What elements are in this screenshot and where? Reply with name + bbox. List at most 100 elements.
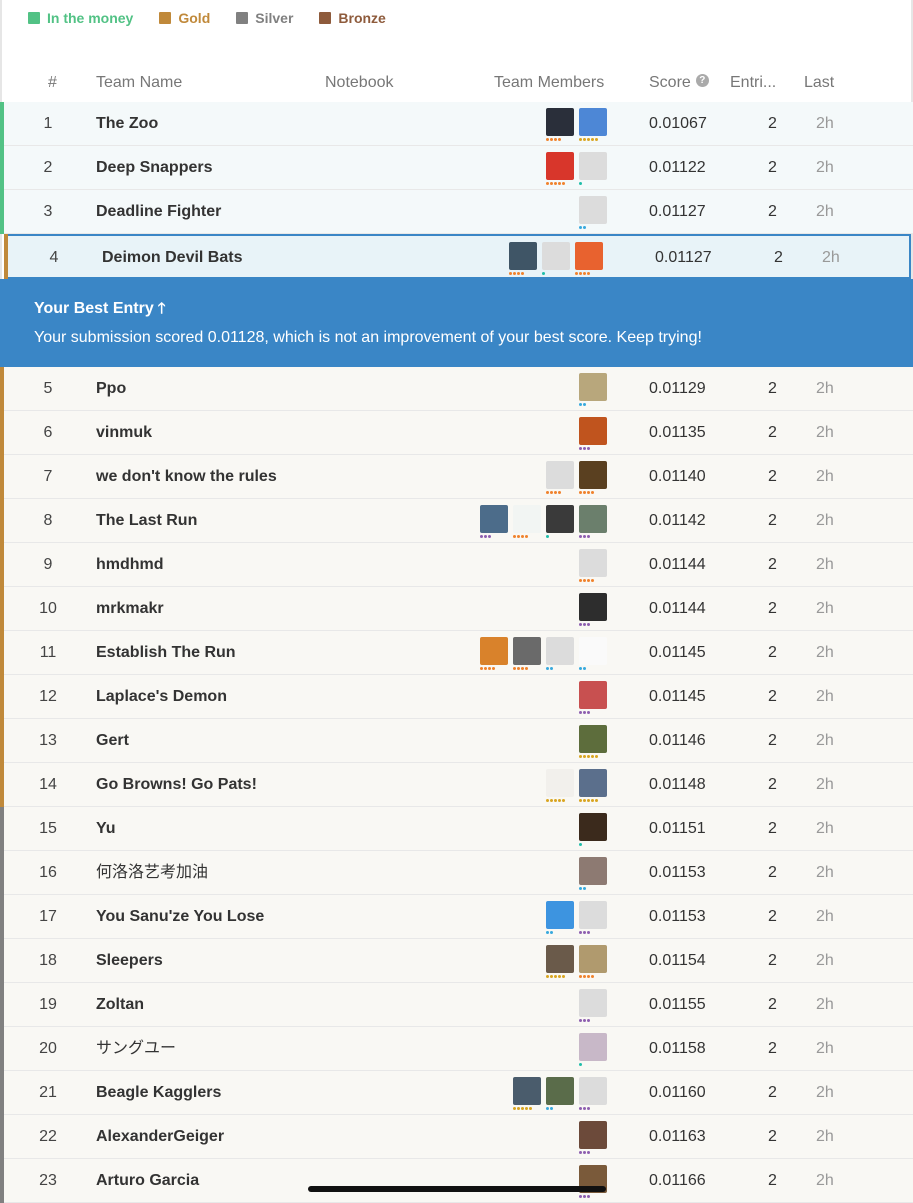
member-avatar[interactable]	[513, 505, 541, 538]
banner-title[interactable]: Your Best Entry 🡑	[34, 298, 166, 323]
member-avatar[interactable]	[579, 681, 607, 714]
team-name[interactable]: The Zoo	[96, 102, 158, 145]
table-row[interactable]: 7 we don't know the rules 0.01140 2 2h	[0, 455, 913, 499]
table-row[interactable]: 22 AlexanderGeiger 0.01163 2 2h	[0, 1115, 913, 1159]
header-last[interactable]: Last	[804, 74, 834, 92]
table-row[interactable]: 23 Arturo Garcia 0.01166 2 2h	[0, 1159, 913, 1203]
team-name[interactable]: Arturo Garcia	[96, 1159, 199, 1202]
team-name[interactable]: Sleepers	[96, 939, 163, 982]
table-row[interactable]: 2 Deep Snappers 0.01122 2 2h	[0, 146, 913, 190]
team-name[interactable]: AlexanderGeiger	[96, 1115, 224, 1158]
team-name[interactable]: Deadline Fighter	[96, 190, 221, 233]
member-avatar[interactable]	[546, 461, 574, 494]
team-name[interactable]: Go Browns! Go Pats!	[96, 763, 257, 806]
table-row[interactable]: 21 Beagle Kagglers 0.01160 2 2h	[0, 1071, 913, 1115]
help-icon[interactable]: ?	[695, 74, 709, 87]
header-score[interactable]: Score?	[649, 74, 709, 92]
member-avatar[interactable]	[546, 945, 574, 978]
member-avatar[interactable]	[579, 725, 607, 758]
member-avatar[interactable]	[509, 242, 537, 275]
rank-cell: 7	[43, 468, 53, 485]
member-avatar[interactable]	[579, 1121, 607, 1154]
table-row[interactable]: 18 Sleepers 0.01154 2 2h	[0, 939, 913, 983]
member-avatar[interactable]	[546, 505, 574, 538]
team-name[interactable]: Gert	[96, 719, 129, 762]
table-row[interactable]: 16 何洛洛艺考加油 0.01153 2 2h	[0, 851, 913, 895]
member-avatar[interactable]	[579, 549, 607, 582]
team-name[interactable]: Yu	[96, 807, 116, 850]
member-avatar[interactable]	[480, 505, 508, 538]
member-avatar[interactable]	[546, 901, 574, 934]
member-avatar[interactable]	[579, 813, 607, 846]
team-members	[579, 196, 607, 229]
table-row[interactable]: 6 vinmuk 0.01135 2 2h	[0, 411, 913, 455]
member-avatar[interactable]	[579, 196, 607, 229]
table-row[interactable]: 5 Ppo 0.01129 2 2h	[0, 367, 913, 411]
team-name[interactable]: hmdhmd	[96, 543, 164, 586]
member-avatar[interactable]	[579, 857, 607, 890]
team-name[interactable]: vinmuk	[96, 411, 152, 454]
member-avatar[interactable]	[579, 989, 607, 1022]
table-row[interactable]: 4 Deimon Devil Bats 0.01127 2 2h	[4, 234, 911, 279]
table-row[interactable]: 13 Gert 0.01146 2 2h	[0, 719, 913, 763]
table-row[interactable]: 9 hmdhmd 0.01144 2 2h	[0, 543, 913, 587]
table-row[interactable]: 19 Zoltan 0.01155 2 2h	[0, 983, 913, 1027]
team-name[interactable]: mrkmakr	[96, 587, 164, 630]
header-rank[interactable]: #	[48, 74, 57, 92]
team-name[interactable]: Deimon Devil Bats	[102, 236, 242, 279]
table-row[interactable]: 1 The Zoo 0.01067 2 2h	[0, 102, 913, 146]
member-avatar[interactable]	[513, 1077, 541, 1110]
member-avatar[interactable]	[546, 769, 574, 802]
table-row[interactable]: 10 mrkmakr 0.01144 2 2h	[0, 587, 913, 631]
team-name[interactable]: Establish The Run	[96, 631, 236, 674]
member-avatar[interactable]	[579, 152, 607, 185]
member-avatar[interactable]	[546, 152, 574, 185]
member-avatar[interactable]	[579, 373, 607, 406]
table-row[interactable]: 20 サングユー 0.01158 2 2h	[0, 1027, 913, 1071]
team-name[interactable]: The Last Run	[96, 499, 197, 542]
member-avatar[interactable]	[480, 637, 508, 670]
team-name[interactable]: 何洛洛艺考加油	[96, 851, 208, 894]
legend-gold: Gold	[159, 10, 210, 26]
tier-bar	[0, 190, 4, 234]
member-avatar[interactable]	[579, 945, 607, 978]
table-row[interactable]: 8 The Last Run 0.01142 2 2h	[0, 499, 913, 543]
member-avatar[interactable]	[513, 637, 541, 670]
member-avatar[interactable]	[575, 242, 603, 275]
member-avatar[interactable]	[579, 108, 607, 141]
member-avatar[interactable]	[579, 505, 607, 538]
team-name[interactable]: Ppo	[96, 367, 126, 410]
table-row[interactable]: 12 Laplace's Demon 0.01145 2 2h	[0, 675, 913, 719]
header-team-name[interactable]: Team Name	[96, 74, 182, 92]
member-avatar[interactable]	[546, 637, 574, 670]
team-name[interactable]: Laplace's Demon	[96, 675, 227, 718]
member-avatar[interactable]	[542, 242, 570, 275]
tier-bar	[0, 411, 4, 455]
team-name[interactable]: サングユー	[96, 1027, 176, 1070]
member-avatar[interactable]	[579, 637, 607, 670]
member-avatar[interactable]	[546, 1077, 574, 1110]
member-avatar[interactable]	[579, 461, 607, 494]
table-row[interactable]: 14 Go Browns! Go Pats! 0.01148 2 2h	[0, 763, 913, 807]
tier-bar	[0, 146, 4, 190]
table-row[interactable]: 3 Deadline Fighter 0.01127 2 2h	[0, 190, 913, 234]
team-members	[513, 1077, 607, 1110]
header-entries[interactable]: Entri...	[730, 74, 776, 92]
member-avatar[interactable]	[579, 1165, 607, 1198]
home-indicator[interactable]	[308, 1186, 606, 1192]
table-row[interactable]: 17 You Sanu'ze You Lose 0.01153 2 2h	[0, 895, 913, 939]
member-avatar[interactable]	[579, 1077, 607, 1110]
member-avatar[interactable]	[546, 108, 574, 141]
member-avatar[interactable]	[579, 593, 607, 626]
team-name[interactable]: we don't know the rules	[96, 455, 277, 498]
member-avatar[interactable]	[579, 901, 607, 934]
member-avatar[interactable]	[579, 769, 607, 802]
member-avatar[interactable]	[579, 1033, 607, 1066]
table-row[interactable]: 15 Yu 0.01151 2 2h	[0, 807, 913, 851]
team-name[interactable]: Beagle Kagglers	[96, 1071, 221, 1114]
team-name[interactable]: Deep Snappers	[96, 146, 212, 189]
team-name[interactable]: Zoltan	[96, 983, 144, 1026]
member-avatar[interactable]	[579, 417, 607, 450]
table-row[interactable]: 11 Establish The Run 0.01145 2 2h	[0, 631, 913, 675]
team-name[interactable]: You Sanu'ze You Lose	[96, 895, 264, 938]
